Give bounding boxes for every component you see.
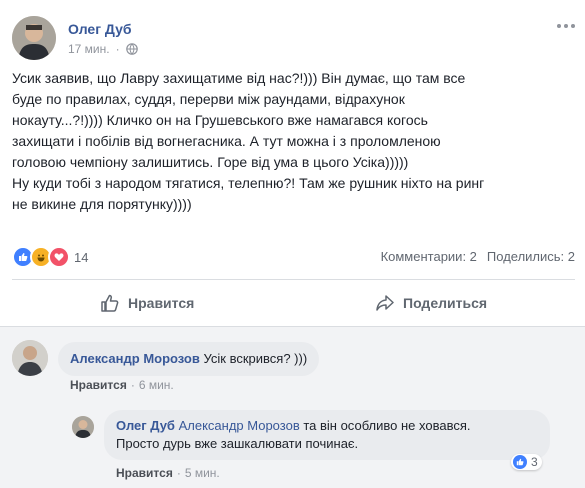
- reply-reaction-count: 3: [531, 455, 538, 469]
- post-time[interactable]: 17 мин.: [68, 42, 110, 56]
- author-avatar[interactable]: [12, 16, 56, 60]
- post-author-name[interactable]: Олег Дуб: [68, 21, 132, 37]
- post-text-line: захищати і побілів від вогнегасника. А т…: [12, 133, 441, 149]
- post-text-line: не викине для порятунку)))): [12, 196, 192, 212]
- thumbs-up-icon: [101, 294, 119, 312]
- comment-actions: Нравится · 6 мин.: [70, 378, 174, 392]
- reply-text: Просто дурь вже зашкалювати починає.: [116, 436, 359, 451]
- reactions-count: 14: [74, 249, 89, 265]
- like-button[interactable]: Нравится: [100, 286, 194, 320]
- reply-actions: Нравится · 5 мин.: [116, 466, 220, 480]
- like-icon: [513, 455, 527, 469]
- post-text-line: Ну куди тобі з народом тягатися, телепню…: [12, 175, 485, 191]
- avatar-photo-icon: [72, 416, 94, 438]
- reply-text: та він особливо не ховався.: [299, 418, 471, 433]
- comment-bubble: Александр Морозов Усік вскрився? ))): [58, 342, 320, 376]
- comment-time[interactable]: 6 мин.: [139, 378, 174, 392]
- post-text-line: головою чемпіону залишитись. Горе від ум…: [12, 154, 409, 170]
- comment-like-link[interactable]: Нравится: [70, 378, 127, 392]
- post-text-line: Усик заявив, що Лавру захищатиме від нас…: [12, 70, 466, 86]
- reply-author-avatar[interactable]: [72, 416, 94, 438]
- post-counts: Комментарии: 2 Поделились: 2: [381, 249, 575, 264]
- reply-mention[interactable]: Александр Морозов: [179, 418, 300, 433]
- comment-text: Усік вскрився? ))): [203, 351, 308, 366]
- avatar-photo-icon: [12, 16, 56, 60]
- reply-author[interactable]: Олег Дуб: [116, 418, 175, 433]
- globe-icon: [125, 43, 138, 55]
- commenter-avatar[interactable]: [12, 340, 48, 376]
- love-icon: [48, 246, 70, 268]
- reply-like-link[interactable]: Нравится: [116, 466, 173, 480]
- divider: [0, 326, 585, 327]
- comments-count[interactable]: Комментарии: 2: [381, 249, 477, 264]
- post-text: Усик заявив, що Лавру захищатиме від нас…: [12, 68, 577, 215]
- share-button-label: Поделиться: [403, 295, 488, 311]
- shares-count[interactable]: Поделились: 2: [487, 249, 575, 264]
- comment-author[interactable]: Александр Морозов: [70, 351, 200, 366]
- reply-time[interactable]: 5 мин.: [185, 466, 220, 480]
- like-button-label: Нравится: [128, 295, 195, 311]
- reply-bubble: Олег Дуб Александр Морозов та він особли…: [104, 410, 550, 460]
- reply-reactions[interactable]: 3: [511, 454, 542, 470]
- post-text-line: буде по правилах, суддя, перерви між рау…: [12, 91, 405, 107]
- post-text-line: нокауту...?!)))) Кличко он на Грушевсько…: [12, 112, 428, 128]
- more-options-icon[interactable]: [557, 24, 575, 28]
- share-arrow-icon: [376, 295, 394, 311]
- divider: [12, 279, 575, 280]
- post-meta: 17 мин. ·: [68, 42, 138, 56]
- avatar-photo-icon: [12, 340, 48, 376]
- share-button[interactable]: Поделиться: [375, 286, 487, 320]
- reactions-summary[interactable]: 14: [12, 246, 88, 268]
